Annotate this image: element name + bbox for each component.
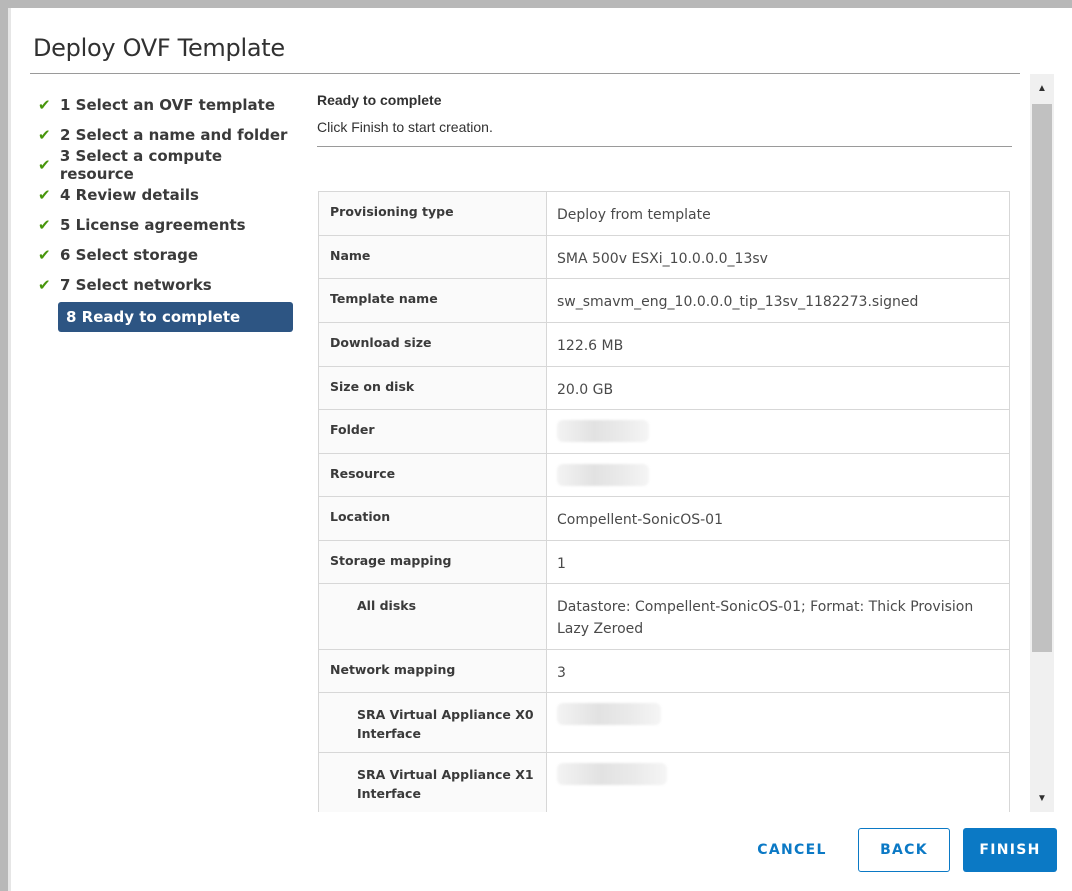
row-value-redacted: [546, 692, 1010, 753]
checkmark-icon: ✔: [38, 246, 51, 264]
table-row: Download size 122.6 MB: [318, 322, 1010, 367]
row-label: SRA Virtual Appliance X1 Interface: [318, 752, 547, 812]
table-row: Resource: [318, 453, 1010, 497]
window-left-border: [0, 0, 8, 891]
redacted-value: [557, 703, 661, 725]
checkmark-icon: ✔: [38, 216, 51, 234]
step-2-select-name-and-folder[interactable]: ✔ 2 Select a name and folder: [38, 120, 300, 150]
content-subheading: Click Finish to start creation.: [317, 119, 493, 135]
checkmark-icon: ✔: [38, 186, 51, 204]
step-label: 3 Select a compute resource: [59, 147, 223, 183]
row-label: Storage mapping: [318, 540, 547, 584]
row-value: Compellent-SonicOS-01: [546, 496, 1010, 541]
row-value: 3: [546, 649, 1010, 693]
dialog-title: Deploy OVF Template: [33, 34, 285, 62]
step-label: 2 Select a name and folder: [60, 126, 288, 144]
table-row: Folder: [318, 409, 1010, 454]
row-label: Size on disk: [318, 366, 547, 410]
row-value-redacted: [546, 409, 1010, 454]
row-value: Deploy from template: [546, 191, 1010, 236]
redacted-value: [557, 763, 667, 785]
summary-table: Provisioning type Deploy from template N…: [318, 191, 1010, 812]
row-label: Network mapping: [318, 649, 547, 693]
table-row: SRA Virtual Appliance X0 Interface: [318, 692, 1010, 753]
step-label: 8 Ready to complete: [66, 308, 241, 326]
row-value: sw_smavm_eng_10.0.0.0_tip_13sv_1182273.s…: [546, 278, 1010, 323]
table-row: Size on disk 20.0 GB: [318, 366, 1010, 410]
step-label: 1 Select an OVF template: [60, 96, 276, 114]
row-value: 1: [546, 540, 1010, 584]
table-row: SRA Virtual Appliance X1 Interface: [318, 752, 1010, 812]
row-value-redacted: [546, 752, 1010, 812]
table-row: Template name sw_smavm_eng_10.0.0.0_tip_…: [318, 278, 1010, 323]
row-label: Name: [318, 235, 547, 279]
redacted-value: [557, 420, 649, 442]
row-label: SRA Virtual Appliance X0 Interface: [318, 692, 547, 753]
content-heading: Ready to complete: [317, 92, 442, 108]
step-3-select-compute-resource[interactable]: ✔ 3 Select a compute resource: [38, 147, 300, 183]
row-label: Folder: [318, 409, 547, 454]
row-label: Download size: [318, 322, 547, 367]
step-5-license-agreements[interactable]: ✔ 5 License agreements: [38, 210, 300, 240]
table-row: Network mapping 3: [318, 649, 1010, 693]
wizard-steps: ✔ 1 Select an OVF template ✔ 2 Select a …: [38, 90, 300, 332]
window-left-inner-border: [8, 8, 11, 891]
row-value: 122.6 MB: [546, 322, 1010, 367]
row-label: Location: [318, 496, 547, 541]
step-label: 7 Select networks: [60, 276, 212, 294]
content-panel: Ready to complete Click Finish to start …: [317, 74, 1031, 812]
row-value-redacted: [546, 453, 1010, 497]
step-1-select-ovf-template[interactable]: ✔ 1 Select an OVF template: [38, 90, 300, 120]
content-divider: [317, 146, 1012, 147]
table-row: Provisioning type Deploy from template: [318, 191, 1010, 236]
checkmark-icon: ✔: [38, 276, 51, 294]
finish-button[interactable]: FINISH: [963, 828, 1057, 872]
checkmark-icon: ✔: [38, 126, 51, 144]
arrow-down-icon[interactable]: ▼: [1030, 784, 1054, 812]
step-7-select-networks[interactable]: ✔ 7 Select networks: [38, 270, 300, 300]
step-6-select-storage[interactable]: ✔ 6 Select storage: [38, 240, 300, 270]
table-row: Storage mapping 1: [318, 540, 1010, 584]
step-4-review-details[interactable]: ✔ 4 Review details: [38, 180, 300, 210]
checkmark-icon: ✔: [38, 156, 51, 174]
scrollbar-thumb[interactable]: [1032, 104, 1052, 652]
step-label: 5 License agreements: [60, 216, 246, 234]
table-row: All disks Datastore: Compellent-SonicOS-…: [318, 583, 1010, 650]
row-label: Resource: [318, 453, 547, 497]
redacted-value: [557, 464, 649, 486]
table-row: Location Compellent-SonicOS-01: [318, 496, 1010, 541]
window-top-border: [0, 0, 1072, 8]
checkmark-icon: ✔: [38, 96, 51, 114]
row-value: 20.0 GB: [546, 366, 1010, 410]
row-label: All disks: [318, 583, 547, 650]
cancel-button[interactable]: CANCEL: [742, 828, 842, 872]
step-8-ready-to-complete[interactable]: 8 Ready to complete: [58, 302, 293, 332]
row-value: SMA 500v ESXi_10.0.0.0_13sv: [546, 235, 1010, 279]
content-scrollbar[interactable]: ▲ ▼: [1030, 74, 1054, 812]
row-label: Template name: [318, 278, 547, 323]
step-label: 4 Review details: [60, 186, 199, 204]
row-value: Datastore: Compellent-SonicOS-01; Format…: [546, 583, 1010, 650]
row-label: Provisioning type: [318, 191, 547, 236]
step-label: 6 Select storage: [60, 246, 199, 264]
table-row: Name SMA 500v ESXi_10.0.0.0_13sv: [318, 235, 1010, 279]
back-button[interactable]: BACK: [858, 828, 950, 872]
arrow-up-icon[interactable]: ▲: [1030, 74, 1054, 102]
